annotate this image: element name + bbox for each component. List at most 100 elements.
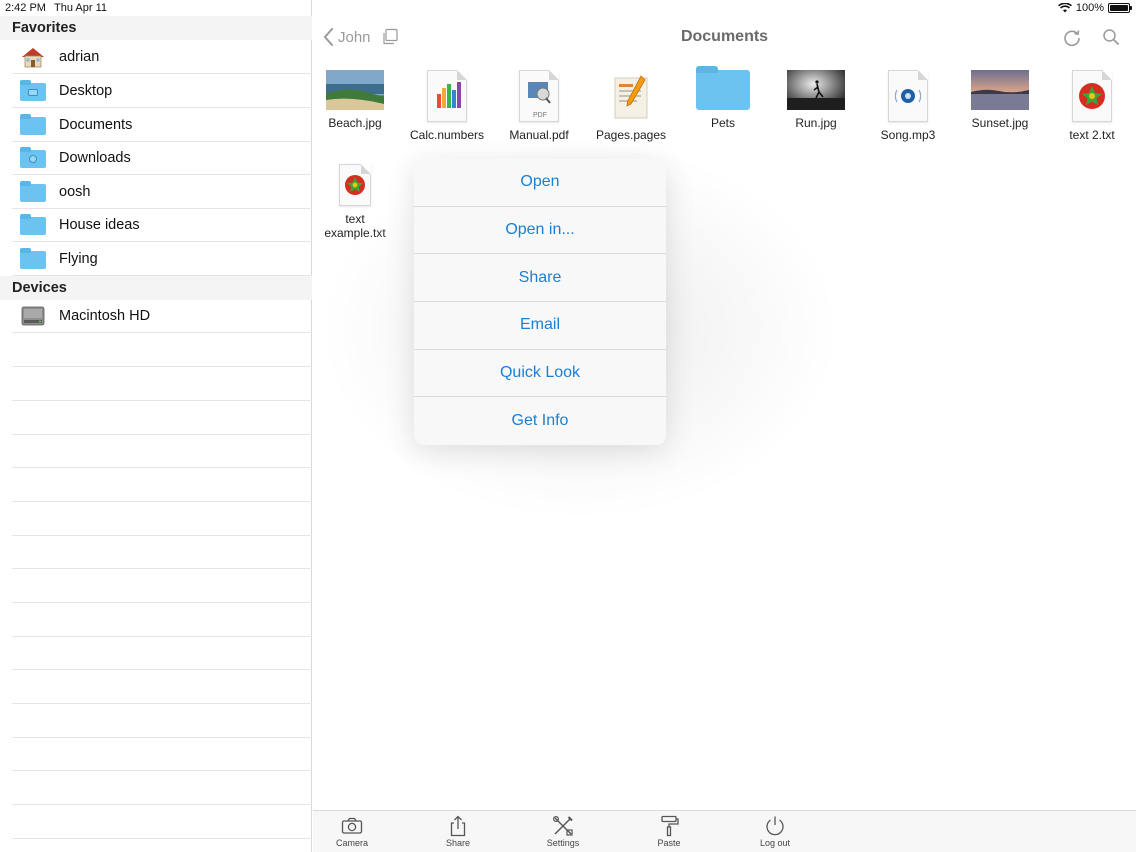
empty-row <box>12 603 312 637</box>
folder-icon <box>20 213 46 236</box>
bottom-toolbar: Camera Share Settings Paste Log out <box>313 810 1136 852</box>
sidebar-item-house-ideas[interactable]: House ideas <box>12 208 312 242</box>
menu-item-share[interactable]: Share <box>414 254 666 303</box>
menu-item-email[interactable]: Email <box>414 302 666 350</box>
beach-thumbnail <box>326 70 385 110</box>
sidebar-item-macintosh-hd[interactable]: Macintosh HD <box>12 299 312 333</box>
sidebar-item-oosh[interactable]: oosh <box>12 175 312 209</box>
empty-row <box>12 333 312 367</box>
menu-item-open[interactable]: Open <box>414 159 666 207</box>
empty-row <box>12 737 312 771</box>
app-window: 2:42 PM Thu Apr 11 100% Favorites adrian… <box>0 0 1136 852</box>
sidebar-item-label: Desktop <box>59 82 113 99</box>
run-thumbnail <box>787 70 845 110</box>
nav-bar: John Documents <box>313 16 1136 60</box>
log-out-button[interactable]: Log out <box>745 815 805 848</box>
file-beach-jpg[interactable]: Beach.jpg <box>309 70 401 130</box>
favorites-header: Favorites <box>0 16 312 40</box>
empty-row <box>12 670 312 704</box>
status-date: Thu Apr 11 <box>54 2 107 14</box>
file-text-example-txt[interactable]: text example.txt <box>309 164 401 240</box>
empty-row <box>12 569 312 603</box>
folder-icon <box>20 79 46 102</box>
devices-header: Devices <box>0 276 312 300</box>
empty-row <box>12 401 312 435</box>
folder-icon <box>696 66 750 110</box>
file-pages-pages[interactable]: Pages.pages <box>585 70 677 142</box>
share-icon <box>450 815 466 837</box>
file-name: Pets <box>710 116 735 130</box>
numbers-icon <box>427 70 467 122</box>
toolbar-label: Settings <box>546 838 580 848</box>
folder-download-icon <box>20 146 46 169</box>
empty-row <box>12 704 312 738</box>
toolbar-label: Camera <box>335 838 368 848</box>
file-name: Calc.numbers <box>409 128 485 142</box>
empty-row <box>12 535 312 569</box>
folder-pets[interactable]: Pets <box>677 66 769 130</box>
sidebar-item-label: Documents <box>59 116 133 133</box>
sidebar-item-adrian[interactable]: adrian <box>12 40 312 74</box>
menu-item-quick-look[interactable]: Quick Look <box>414 350 666 398</box>
file-text-2-txt[interactable]: text 2.txt <box>1046 70 1136 142</box>
sidebar-item-desktop[interactable]: Desktop <box>12 74 312 108</box>
sidebar-item-label: House ideas <box>59 216 140 233</box>
folder-icon <box>20 247 46 270</box>
text-file-icon <box>1072 70 1112 122</box>
file-calc-numbers[interactable]: Calc.numbers <box>401 70 493 142</box>
hard-drive-icon <box>20 305 46 327</box>
search-icon[interactable] <box>1102 28 1120 46</box>
file-name: text 2.txt <box>1069 128 1115 142</box>
battery-percent: 100% <box>1075 2 1104 14</box>
sidebar-item-label: Macintosh HD <box>59 307 151 324</box>
text-file-icon <box>335 164 375 208</box>
empty-row <box>12 636 312 670</box>
pdf-badge: PDF <box>533 112 547 119</box>
file-manual-pdf[interactable]: PDF Manual.pdf <box>493 70 585 142</box>
folder-icon <box>20 113 46 136</box>
file-name: Run.jpg <box>795 116 837 130</box>
sidebar: Favorites adrian Desktop Documents Downl… <box>0 0 312 852</box>
home-icon <box>20 46 46 68</box>
battery-icon <box>1108 3 1132 13</box>
sidebar-item-label: Downloads <box>59 149 131 166</box>
file-name-line1: text <box>345 212 365 226</box>
folder-icon <box>20 180 46 203</box>
tools-icon <box>552 815 573 836</box>
file-song-mp3[interactable]: Song.mp3 <box>862 70 954 142</box>
empty-row <box>12 434 312 468</box>
power-icon <box>766 816 784 836</box>
empty-row <box>12 502 312 536</box>
sidebar-item-flying[interactable]: Flying <box>12 242 312 276</box>
camera-icon <box>341 817 363 834</box>
share-button[interactable]: Share <box>428 815 488 848</box>
toolbar-label: Paste <box>657 838 681 848</box>
pdf-icon: PDF <box>519 70 559 122</box>
file-sunset-jpg[interactable]: Sunset.jpg <box>954 70 1046 130</box>
empty-row <box>12 367 312 401</box>
sunset-thumbnail <box>971 70 1029 110</box>
menu-item-get-info[interactable]: Get Info <box>414 397 666 445</box>
file-name: Sunset.jpg <box>971 116 1029 130</box>
status-right: 100% <box>1057 2 1132 14</box>
file-name: text example.txt <box>309 212 401 240</box>
file-name: Song.mp3 <box>880 128 936 142</box>
paint-roller-icon <box>661 815 679 837</box>
file-name: Manual.pdf <box>509 128 569 142</box>
camera-button[interactable]: Camera <box>322 815 382 848</box>
file-name: Pages.pages <box>595 128 667 142</box>
audio-icon <box>888 70 928 122</box>
status-bar: 2:42 PM Thu Apr 11 100% <box>0 0 1136 16</box>
status-time: 2:42 PM <box>5 2 46 14</box>
sidebar-item-label: adrian <box>59 48 100 65</box>
file-name: Beach.jpg <box>328 116 382 130</box>
sidebar-item-documents[interactable]: Documents <box>12 108 312 142</box>
paste-button[interactable]: Paste <box>639 815 699 848</box>
sidebar-item-downloads[interactable]: Downloads <box>12 141 312 175</box>
file-run-jpg[interactable]: Run.jpg <box>770 70 862 130</box>
menu-item-open-in[interactable]: Open in... <box>414 207 666 255</box>
refresh-icon[interactable] <box>1062 28 1082 48</box>
file-name-line2: example.txt <box>324 226 386 240</box>
empty-row <box>12 805 312 839</box>
settings-button[interactable]: Settings <box>533 815 593 848</box>
